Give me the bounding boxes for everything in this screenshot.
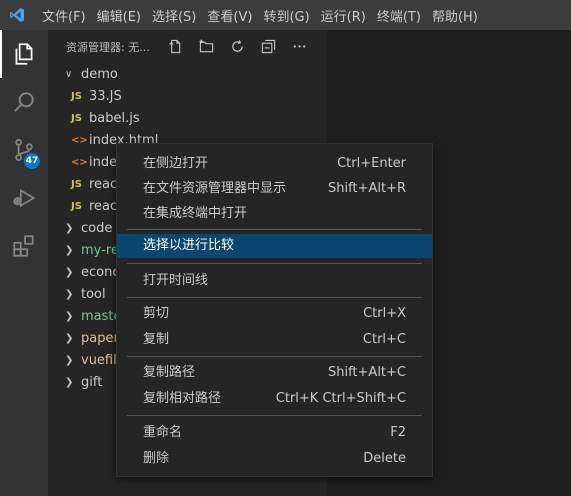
new-folder-button[interactable]	[195, 37, 217, 55]
menu-item-shortcut: Ctrl+C	[362, 332, 406, 347]
menu-item-label: 在文件资源管理器中显示	[143, 181, 287, 196]
chevron-right-icon: ❯	[65, 245, 74, 256]
menu-separator	[127, 415, 422, 416]
folder-label: my-re	[81, 243, 119, 258]
extensions-icon	[13, 235, 34, 257]
menu-item-shortcut: Ctrl+X	[363, 306, 406, 321]
file-item[interactable]: JS babel.js	[48, 108, 327, 130]
menu-item-label: 打开时间线	[143, 273, 209, 288]
folder-label: tool	[81, 287, 106, 302]
explorer-title: 资源管理器: 无...	[66, 41, 150, 54]
context-menu: 在侧边打开 Ctrl+Enter 在文件资源管理器中显示 Shift+Alt+R…	[116, 143, 433, 477]
menu-item-reveal-in-explorer[interactable]: 在文件资源管理器中显示 Shift+Alt+R	[117, 176, 432, 202]
menu-item-select-for-compare[interactable]: 选择以进行比较	[117, 234, 432, 258]
menu-terminal[interactable]: 终端(T)	[377, 6, 421, 25]
js-file-icon: JS	[71, 201, 82, 212]
menu-item-open-to-side[interactable]: 在侧边打开 Ctrl+Enter	[117, 151, 432, 177]
menu-item-rename[interactable]: 重命名 F2	[117, 420, 432, 446]
menu-item-shortcut: Shift+Alt+R	[328, 181, 406, 196]
search-icon	[14, 92, 34, 112]
vscode-logo-icon	[10, 8, 24, 22]
chevron-right-icon: ❯	[65, 289, 74, 300]
source-control-badge: 47	[24, 153, 40, 169]
chevron-right-icon: ❯	[65, 311, 74, 322]
file-label: babel.js	[89, 111, 140, 126]
activity-extensions[interactable]	[0, 222, 48, 270]
menu-item-label: 重命名	[143, 425, 183, 440]
new-file-button[interactable]	[164, 37, 186, 55]
menu-separator	[127, 356, 422, 357]
menu-file[interactable]: 文件(F)	[42, 6, 86, 25]
chevron-down-icon: ∨	[65, 69, 73, 80]
explorer-header: 资源管理器: 无...	[48, 30, 327, 63]
collapse-all-icon	[261, 39, 275, 53]
menu-run[interactable]: 运行(R)	[321, 6, 366, 25]
activity-run-debug[interactable]	[0, 174, 48, 222]
menu-item-copy-path[interactable]: 复制路径 Shift+Alt+C	[117, 360, 432, 386]
menu-go[interactable]: 转到(G)	[263, 6, 309, 25]
chevron-right-icon: ❯	[65, 355, 74, 366]
refresh-button[interactable]	[226, 37, 248, 55]
collapse-all-button[interactable]	[257, 37, 279, 55]
activity-search[interactable]	[0, 78, 48, 126]
explorer-actions	[164, 37, 319, 55]
chevron-right-icon: ❯	[65, 267, 74, 278]
menu-item-cut[interactable]: 剪切 Ctrl+X	[117, 301, 432, 327]
menu-item-shortcut: Ctrl+Enter	[337, 156, 406, 171]
folder-demo[interactable]: ∨ demo	[48, 64, 327, 86]
html-file-icon: <>	[71, 135, 88, 146]
menu-item-label: 在侧边打开	[143, 156, 209, 171]
title-bar: 文件(F) 编辑(E) 选择(S) 查看(V) 转到(G) 运行(R) 终端(T…	[0, 0, 571, 30]
file-item[interactable]: JS 33.JS	[48, 86, 327, 108]
menu-item-shortcut: Ctrl+K Ctrl+Shift+C	[275, 391, 406, 406]
activity-explorer[interactable]	[0, 30, 48, 78]
folder-label: demo	[81, 67, 118, 82]
refresh-icon	[231, 39, 243, 52]
html-file-icon: <>	[71, 157, 88, 168]
menu-item-label: 在集成终端中打开	[143, 206, 248, 221]
menu-item-copy-relative-path[interactable]: 复制相对路径 Ctrl+K Ctrl+Shift+C	[117, 386, 432, 412]
more-icon	[293, 44, 305, 48]
chevron-right-icon: ❯	[65, 377, 74, 388]
folder-label: econo	[81, 265, 121, 280]
folder-label: gift	[81, 375, 103, 390]
chevron-right-icon: ❯	[65, 333, 74, 344]
menu-item-label: 删除	[143, 451, 170, 466]
menu-item-label: 复制相对路径	[143, 391, 222, 406]
js-file-icon: JS	[71, 179, 82, 190]
menu-item-label: 复制路径	[143, 365, 196, 380]
menu-item-delete[interactable]: 删除 Delete	[117, 446, 432, 472]
menu-edit[interactable]: 编辑(E)	[97, 6, 141, 25]
menu-item-label: 剪切	[143, 306, 170, 321]
new-file-icon	[168, 39, 180, 53]
menu-view[interactable]: 查看(V)	[207, 6, 252, 25]
menu-item-shortcut: Shift+Alt+C	[327, 365, 406, 380]
menu-help[interactable]: 帮助(H)	[432, 6, 478, 25]
run-debug-icon	[13, 188, 36, 208]
files-icon	[15, 43, 33, 65]
menu-item-copy[interactable]: 复制 Ctrl+C	[117, 327, 432, 353]
folder-label: paper	[81, 331, 119, 346]
file-label: 33.JS	[89, 89, 122, 104]
menu-item-shortcut: Delete	[363, 451, 406, 466]
menu-selection[interactable]: 选择(S)	[152, 6, 196, 25]
activity-source-control[interactable]: 47	[0, 126, 48, 174]
menu-bar: 文件(F) 编辑(E) 选择(S) 查看(V) 转到(G) 运行(R) 终端(T…	[42, 0, 489, 30]
menu-item-label: 选择以进行比较	[143, 238, 235, 253]
menu-separator	[127, 229, 422, 230]
menu-item-open-timeline[interactable]: 打开时间线	[117, 268, 432, 294]
js-file-icon: JS	[71, 91, 82, 102]
activity-bar: 47	[0, 30, 48, 496]
chevron-right-icon: ❯	[65, 223, 74, 234]
menu-separator	[127, 263, 422, 264]
new-folder-icon	[198, 38, 213, 52]
menu-item-label: 复制	[143, 332, 170, 347]
js-file-icon: JS	[71, 113, 82, 124]
folder-label: code	[81, 221, 113, 236]
menu-item-open-in-terminal[interactable]: 在集成终端中打开	[117, 201, 432, 227]
menu-separator	[127, 297, 422, 298]
menu-item-shortcut: F2	[390, 425, 406, 440]
more-actions-button[interactable]	[288, 37, 310, 55]
